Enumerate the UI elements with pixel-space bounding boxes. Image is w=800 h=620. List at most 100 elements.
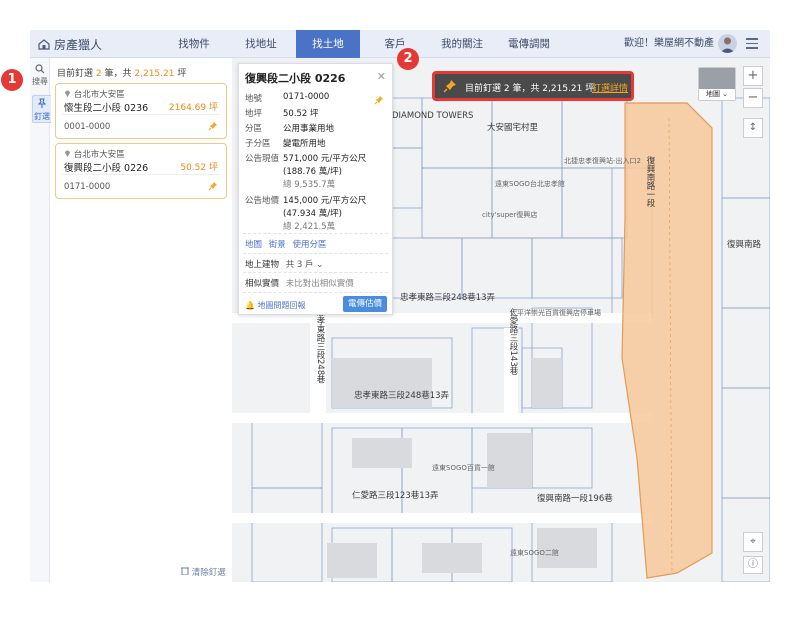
detail-row-land-price: 公告地價 145,000 元/平方公尺 (245, 194, 366, 206)
detail-key: 地號 (245, 94, 263, 104)
map-label-sogo-hall2: 遠東SOGO二館 (510, 549, 559, 557)
nav-find-land[interactable]: 找土地 (296, 30, 360, 58)
rail-search-button[interactable]: 搜尋 (32, 64, 48, 87)
avatar[interactable] (718, 34, 737, 53)
house-icon (38, 39, 50, 50)
callout-badge-1: 1 (1, 69, 23, 91)
detail-row-land-no: 地號 0171-0000 (245, 92, 329, 104)
detail-row-area: 地坪 50.52 坪 (245, 107, 319, 119)
map-type-label: 地圖 ⌄ (699, 89, 735, 100)
map-label-fuxing-rd: 復興南路 (727, 240, 762, 250)
detail-value: 145,000 元/平方公尺 (283, 196, 367, 206)
similar-price-label: 相似實價 (245, 279, 280, 289)
clear-pins-label: 清除釘選 (191, 568, 226, 578)
pin-icon (37, 98, 47, 108)
map-label-diamond-towers: DIAMOND TOWERS (392, 111, 474, 121)
user-avatar-icon (720, 37, 735, 53)
map-type-toggle[interactable]: 地圖 ⌄ (698, 67, 736, 101)
pinned-unit: 坪 (177, 69, 187, 79)
detail-value: 公用事業用地 (283, 124, 335, 134)
pinned-card-code: 0001-0000 (64, 122, 111, 132)
divider (243, 253, 388, 254)
pinned-card[interactable]: 台北市大安區 復興段二小段 0226 50.52 坪 0171-0000 (55, 143, 227, 199)
pinned-count: 2 (95, 69, 102, 79)
detail-pin-icon[interactable] (374, 95, 384, 105)
detail-value: 變電所用地 (283, 139, 326, 149)
pinned-banner: 目前釘選 2 筆，共 2,215.21 坪 釘選詳情 (432, 71, 634, 101)
link-street-view[interactable]: 街景 (269, 240, 286, 250)
valuation-button[interactable]: 電傳估價 (343, 296, 387, 312)
detail-row-zone: 分區 公用事業用地 (245, 122, 334, 134)
report-issue-label: 地圖問題回報 (257, 301, 306, 310)
pinned-card[interactable]: 台北市大安區 懷生段二小段 0236 2164.69 坪 0001-0000 (55, 83, 227, 139)
brand-name: 房產獵人 (54, 38, 103, 52)
map-label-daan-village: 大安國宅村里 (487, 123, 539, 133)
detail-value: 50.52 坪 (283, 109, 319, 119)
detail-value: 0171-0000 (283, 92, 330, 102)
pinned-pin-icon[interactable] (208, 121, 218, 131)
nav-find-property[interactable]: 找物件 (166, 30, 222, 58)
report-issue-link[interactable]: 🔔 地圖問題回報 (245, 300, 306, 311)
pin-icon (443, 80, 456, 93)
pinned-pin-icon[interactable] (208, 181, 218, 191)
close-icon[interactable]: ✕ (377, 70, 386, 83)
map-label-fuxing-196: 復興南路一段196巷 (537, 494, 613, 504)
detail-value: (188.76 萬/坪) (283, 167, 342, 177)
resize-vertical-icon[interactable]: ↕ (743, 118, 763, 138)
link-map[interactable]: 地圖 (245, 240, 262, 250)
detail-key: 公告地價 (245, 196, 280, 206)
divider (243, 292, 388, 293)
left-rail: 搜尋 釘選 (30, 58, 52, 582)
rail-pin-button[interactable]: 釘選 (32, 95, 52, 123)
detail-key: 地坪 (245, 109, 263, 119)
rail-search-label: 搜尋 (32, 77, 48, 86)
trash-icon (181, 567, 189, 576)
pinned-card-district-text: 台北市大安區 (73, 90, 125, 100)
pinned-card-area: 50.52 坪 (180, 163, 218, 173)
location-icon (65, 90, 70, 97)
link-zoning[interactable]: 使用分區 (292, 240, 326, 250)
clear-pins-button[interactable]: 清除釘選 (181, 566, 226, 578)
nav-my-watchlist[interactable]: 我的關注 (432, 30, 492, 58)
locate-icon[interactable]: ⌖ (743, 532, 763, 552)
info-icon[interactable]: ⓘ (743, 556, 763, 574)
pinned-details-link[interactable]: 釘選詳情 (592, 81, 628, 94)
divider (243, 233, 388, 234)
detail-key: 子分區 (245, 139, 271, 149)
detail-row-subzone: 子分區 變電所用地 (245, 137, 326, 149)
menu-icon[interactable] (746, 38, 758, 49)
map-label-fuxing-s-rd: 復興南路一段 (645, 156, 655, 207)
nav-find-address[interactable]: 找地址 (233, 30, 289, 58)
detail-buildings[interactable]: 地上建物 共 3 戶 ⌄ (245, 258, 323, 270)
detail-value: 總 9,535.7萬 (283, 180, 336, 190)
pinned-summary: 目前釘選 2 筆，共 2,215.21 坪 (57, 66, 186, 79)
detail-value: 571,000 元/平方公尺 (283, 154, 367, 164)
map-label-sogo-main: 遠東SOGO台北忠孝館 (495, 180, 565, 188)
detail-value: 總 2,421.5萬 (283, 222, 336, 232)
pinned-summary-mid: 筆，共 (104, 69, 132, 79)
map-label-renai-123: 仁愛路三段123巷13弄 (352, 491, 439, 501)
zoom-out-button[interactable]: − (743, 88, 763, 108)
pinned-card-district-text: 台北市大安區 (73, 150, 125, 160)
search-icon (35, 64, 45, 74)
building-value: 共 3 戶 (285, 260, 314, 270)
rail-pin-label: 釘選 (34, 112, 50, 121)
welcome-text: 歡迎！樂屋網不動產 (624, 38, 714, 49)
detail-key: 分區 (245, 124, 263, 134)
parcel-detail-panel: 復興段二小段 0226 ✕ 地號 0171-0000 地坪 50.52 坪 分區 公用… (238, 63, 393, 315)
building-label: 地上建物 (245, 260, 280, 270)
pinned-card-district: 台北市大安區 (64, 88, 125, 100)
detail-links: 地圖 街景 使用分區 (245, 238, 326, 250)
map-label-lane-248-13b: 忠孝東路三段248巷13弄 (354, 391, 450, 401)
nav-electronic-lookup[interactable]: 電傳調閱 (498, 30, 560, 58)
callout-badge-2: 2 (397, 48, 419, 70)
divider (243, 272, 388, 273)
pinned-list-panel: 目前釘選 2 筆，共 2,215.21 坪 台北市大安區 懷生段二小段 0236… (51, 58, 232, 582)
brand-logo[interactable]: 房產獵人 (38, 36, 102, 53)
detail-row-current-value: 公告現值 571,000 元/平方公尺 (245, 152, 366, 164)
pinned-summary-prefix: 目前釘選 (57, 69, 94, 79)
zoom-in-button[interactable]: + (743, 66, 763, 86)
map-label-parking: 太平洋崇光百貨復興店停車場 (510, 309, 601, 317)
app-window: 房產獵人 找物件 找地址 找土地 客戶 我的關注 電傳調閱 歡迎！樂屋網不動產 … (30, 30, 770, 582)
map-type-text: 地圖 (705, 90, 720, 98)
